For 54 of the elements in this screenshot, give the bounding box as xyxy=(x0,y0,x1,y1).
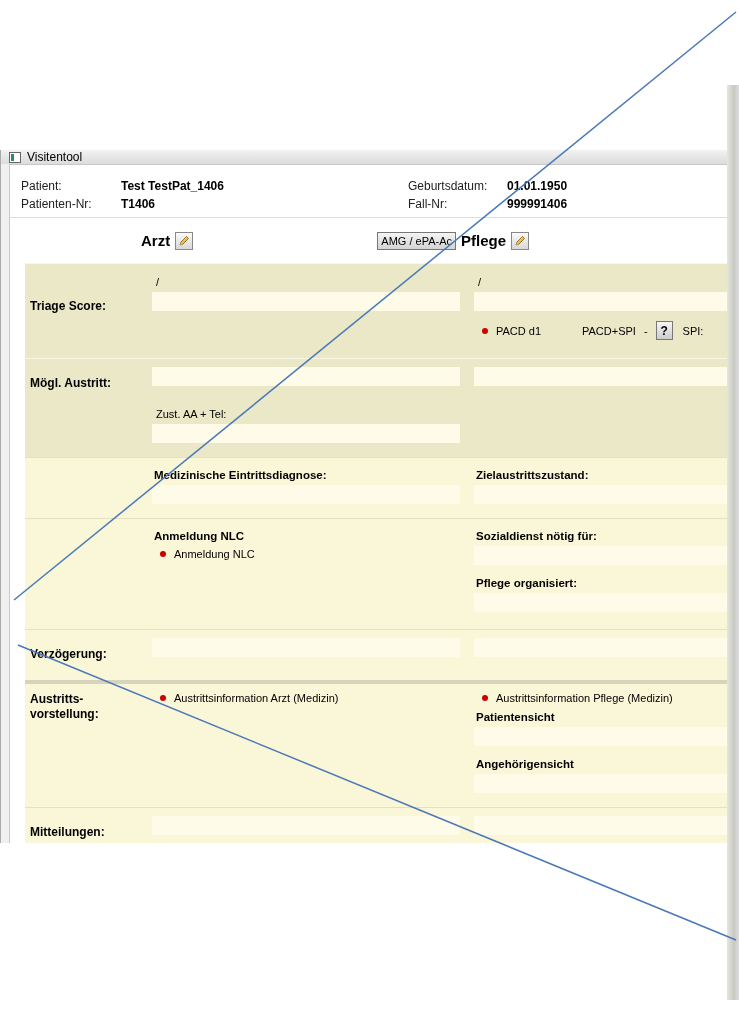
status-dot-icon xyxy=(160,695,166,701)
link-text[interactable]: Anmeldung NLC xyxy=(174,548,255,560)
input-field[interactable] xyxy=(474,292,727,311)
section-heading: Zielaustrittszustand: xyxy=(476,469,589,481)
window-title: Visitentool xyxy=(27,150,83,164)
pencil-icon xyxy=(514,234,526,247)
row-label: Mögl. Austritt: xyxy=(30,376,111,390)
caption-text: / xyxy=(155,276,160,288)
field-value: 999991406 xyxy=(507,197,569,211)
link-text[interactable]: PACD d1 xyxy=(496,324,542,337)
column-title: Pflege xyxy=(461,232,506,249)
column-title: Arzt xyxy=(141,232,171,249)
field-label: Patient: xyxy=(21,179,63,193)
field-label: Geburtsdatum: xyxy=(408,179,489,193)
label-text: SPI: xyxy=(682,324,704,337)
pencil-icon xyxy=(178,234,191,247)
field-value: Test TestPat_1406 xyxy=(121,179,225,193)
section-heading: Sozialdienst nötig für: xyxy=(476,530,597,542)
input-field[interactable] xyxy=(474,816,727,835)
caption-text: Zust. AA + Tel: xyxy=(155,408,227,420)
row-label: Triage Score: xyxy=(30,299,107,313)
input-field[interactable] xyxy=(152,367,460,386)
input-field[interactable] xyxy=(474,367,727,386)
help-button[interactable]: ? xyxy=(655,321,673,340)
field-label: Fall-Nr: xyxy=(408,197,449,211)
input-field[interactable] xyxy=(474,638,727,657)
caption-text: / xyxy=(477,276,482,288)
label-text: PACD+SPI xyxy=(582,324,636,337)
status-dot-icon xyxy=(482,695,488,701)
input-field[interactable] xyxy=(474,546,727,565)
edit-button[interactable] xyxy=(511,231,529,250)
field-label: Patienten-Nr: xyxy=(21,197,93,211)
input-field[interactable] xyxy=(152,816,460,835)
section-heading: Anmeldung NLC xyxy=(154,530,245,542)
input-field[interactable] xyxy=(474,485,727,504)
input-field[interactable] xyxy=(152,485,460,504)
section-heading: Patientensicht xyxy=(476,711,555,723)
link-text[interactable]: Austrittsinformation Pflege (Medizin) xyxy=(496,692,673,704)
field-value: T1406 xyxy=(121,197,157,211)
input-field[interactable] xyxy=(474,727,727,746)
label-text: - xyxy=(643,324,648,337)
amg-button[interactable]: AMG / ePA-Ac xyxy=(377,231,456,250)
section-heading: Pflege organisiert: xyxy=(476,577,577,589)
link-text[interactable]: Austrittsinformation Arzt (Medizin) xyxy=(174,692,339,704)
input-field[interactable] xyxy=(474,774,727,793)
row-label: Austritts-vorstellung: xyxy=(30,692,99,721)
section-heading: Angehörigensicht xyxy=(476,758,574,770)
input-field[interactable] xyxy=(152,292,460,311)
status-dot-icon xyxy=(160,551,166,557)
row-label: Mitteilungen: xyxy=(30,825,105,839)
status-dot-icon xyxy=(482,327,488,334)
input-field[interactable] xyxy=(152,424,460,443)
input-field[interactable] xyxy=(474,593,727,612)
edit-button[interactable] xyxy=(175,231,194,250)
